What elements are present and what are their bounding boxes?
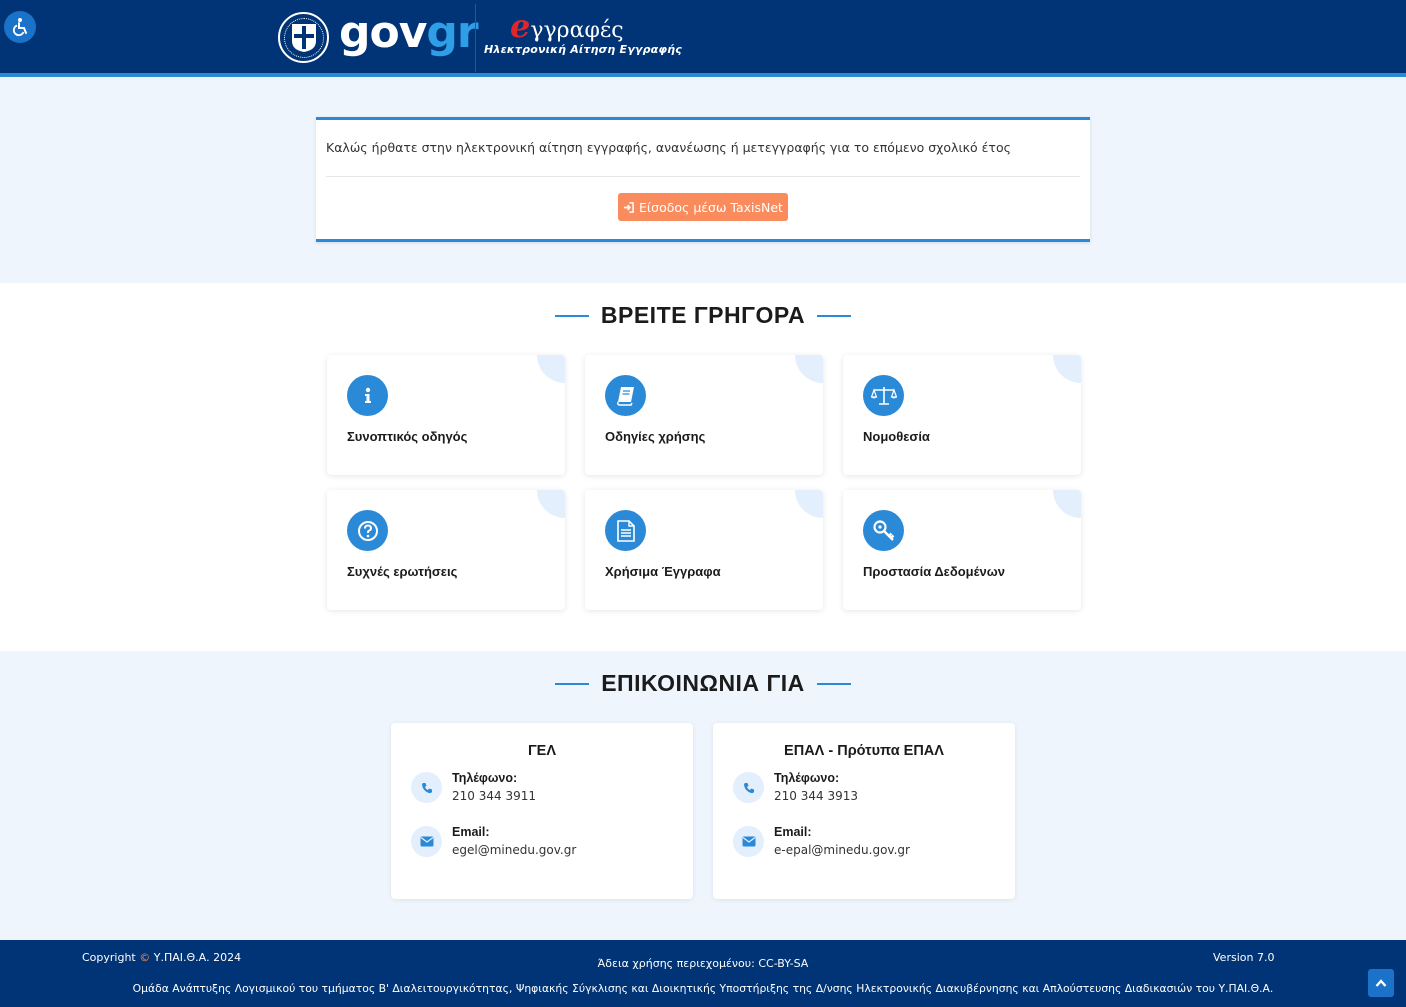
wheelchair-icon [12, 18, 27, 37]
key-icon [863, 510, 904, 551]
app-subtitle: Ηλεκτρονική Αίτηση Εγγραφής [484, 43, 682, 56]
quick-card-label: Προστασία Δεδομένων [863, 564, 1005, 579]
team-credits: Ομάδα Ανάπτυξης Λογισμικού του τμήματος … [132, 982, 1274, 995]
taxisnet-login-button[interactable]: Είσοδος μέσω TaxisNet [618, 193, 788, 221]
info-icon [347, 375, 388, 416]
envelope-icon [733, 826, 764, 857]
balance-scale-icon [863, 375, 904, 416]
title-line-right [816, 682, 851, 685]
phone-label: Τηλέφωνο: [452, 771, 518, 785]
sign-in-icon [623, 201, 634, 213]
quick-card-faq[interactable]: Συχνές ερωτήσεις [327, 490, 565, 610]
quick-find-heading: ΒΡΕΙΤΕ ΓΡΗΓΟΡΑ [0, 302, 1406, 329]
quick-card-label: Νομοθεσία [863, 429, 930, 444]
email-label: Email: [774, 825, 812, 839]
contact-heading: ΕΠΙΚΟΙΝΩΝΙΑ ΓΙΑ [0, 670, 1406, 697]
contact-card-title: ΕΠΑΛ - Πρότυπα ΕΠΑΛ [784, 743, 944, 759]
accessibility-button[interactable] [4, 11, 36, 43]
quick-card-documents[interactable]: Χρήσιμα Έγγραφα [585, 490, 823, 610]
welcome-text: Καλώς ήρθατε στην ηλεκτρονική αίτηση εγγ… [326, 140, 1011, 155]
version-text: Version 7.0 [1213, 951, 1275, 964]
email-label: Email: [452, 825, 490, 839]
logo-e-letter: e [510, 7, 531, 45]
scroll-to-top-button[interactable] [1368, 969, 1394, 997]
phone-number[interactable]: 210 344 3913 [774, 789, 858, 803]
contact-card-title: ΓΕΛ [527, 743, 557, 759]
book-icon [605, 375, 646, 416]
card-corner-decoration [795, 490, 823, 518]
phone-icon [733, 772, 764, 803]
email-address[interactable]: e-epal@minedu.gov.gr [774, 843, 910, 857]
email-address[interactable]: egel@minedu.gov.gr [452, 843, 576, 857]
site-footer: Copyright © Υ.ΠΑΙ.Θ.Α. 2024 Άδεια χρήσης… [0, 940, 1406, 1007]
question-icon [347, 510, 388, 551]
site-header: govgr eγγραφές Ηλεκτρονική Αίτηση Εγγραφ… [0, 0, 1406, 77]
quick-card-guide[interactable]: Συνοπτικός οδηγός [327, 355, 565, 475]
phone-number[interactable]: 210 344 3911 [452, 789, 536, 803]
card-corner-decoration [537, 490, 565, 518]
quick-card-label: Συχνές ερωτήσεις [347, 564, 458, 579]
cross-shield-icon [291, 23, 316, 52]
card-corner-decoration [1053, 355, 1081, 383]
envelope-icon [411, 826, 442, 857]
license-text[interactable]: Άδεια χρήσης περιεχομένου: CC-BY-SA [0, 957, 1406, 970]
quick-card-data-protection[interactable]: Προστασία Δεδομένων [843, 490, 1081, 610]
greek-emblem-logo[interactable] [278, 12, 329, 63]
quick-find-title: ΒΡΕΙΤΕ ΓΡΗΓΟΡΑ [600, 302, 806, 328]
welcome-card: Καλώς ήρθατε στην ηλεκτρονική αίτηση εγγ… [316, 117, 1090, 242]
chevron-up-icon [1375, 979, 1387, 987]
quick-card-legislation[interactable]: Νομοθεσία [843, 355, 1081, 475]
title-line-left [554, 314, 589, 317]
divider [326, 176, 1080, 177]
header-divider [475, 4, 476, 72]
taxisnet-login-label: Είσοδος μέσω TaxisNet [639, 199, 783, 215]
contact-title: ΕΠΙΚΟΙΝΩΝΙΑ ΓΙΑ [601, 670, 805, 696]
document-icon [605, 510, 646, 551]
eggrafes-logo[interactable]: eγγραφές [510, 10, 624, 43]
phone-icon [411, 772, 442, 803]
logo-gr-text: gr [426, 7, 478, 58]
logo-gov-text: gov [339, 7, 427, 58]
quick-card-instructions[interactable]: Οδηγίες χρήσης [585, 355, 823, 475]
quick-card-label: Συνοπτικός οδηγός [347, 429, 468, 444]
contact-card-gel: ΓΕΛ Τηλέφωνο: 210 344 3911 Email: egel@m… [391, 723, 693, 899]
card-corner-decoration [1053, 490, 1081, 518]
contact-card-epal: ΕΠΑΛ - Πρότυπα ΕΠΑΛ Τηλέφωνο: 210 344 39… [713, 723, 1015, 899]
card-corner-decoration [795, 355, 823, 383]
phone-label: Τηλέφωνο: [774, 771, 840, 785]
title-line-left [555, 682, 590, 685]
govgr-logo[interactable]: govgr [339, 7, 479, 58]
logo-eggrafes-text: γγραφές [530, 18, 624, 43]
card-corner-decoration [537, 355, 565, 383]
quick-card-label: Χρήσιμα Έγγραφα [605, 564, 721, 579]
quick-card-label: Οδηγίες χρήσης [605, 429, 706, 444]
title-line-right [817, 314, 852, 317]
